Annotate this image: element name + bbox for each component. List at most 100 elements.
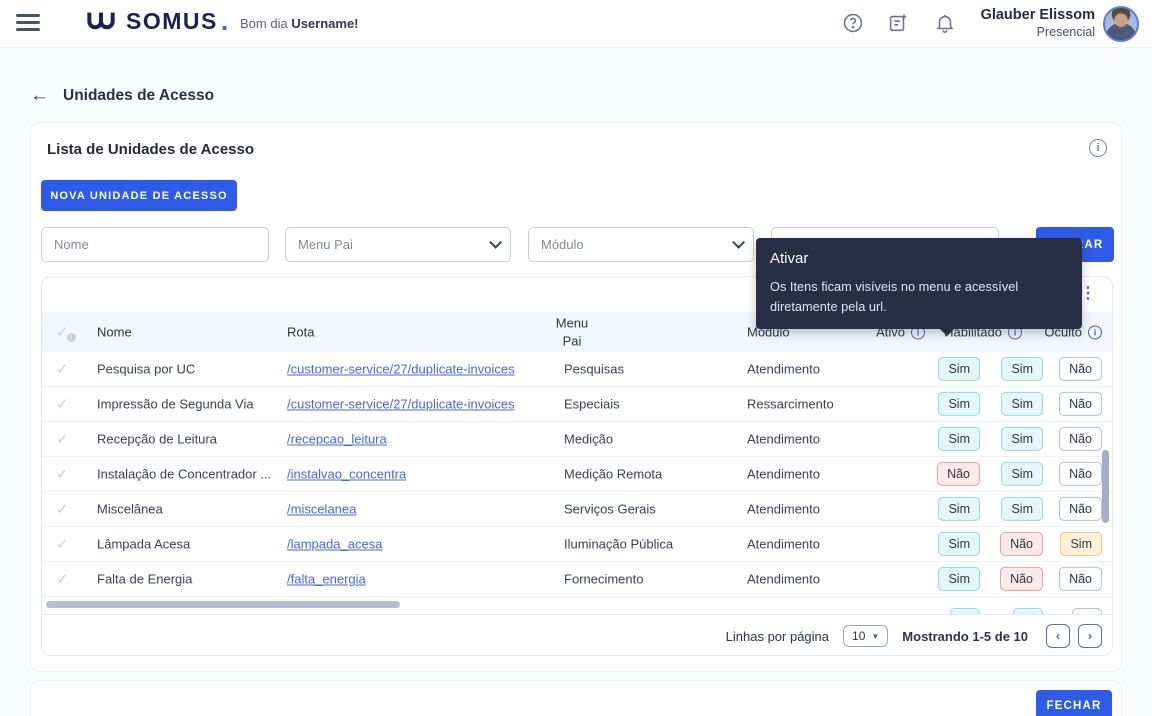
cell-modulo: Atendimento [747,501,820,517]
page-title: Unidades de Acesso [63,86,215,104]
cell-nome: Lâmpada Acesa [97,536,191,552]
cell-modulo: Atendimento [747,571,820,587]
logo-text: SOMUS [126,8,218,34]
chevron-right-icon: › [1087,627,1093,643]
tooltip-body: Os Itens ficam visíveis no menu e acessí… [770,279,1019,314]
footer-card: FECHAR [30,680,1122,716]
somus-logo: SOMUS . [85,5,229,36]
next-page-button[interactable]: › [1078,624,1102,648]
access-units-table: ⋮ ✓ i Nome Rota Menu Pai Módulo Ativo i H… [41,276,1113,656]
nome-filter-input[interactable] [42,228,268,261]
oculto-info-icon[interactable]: i [1088,325,1102,339]
cell-nome: Miscelânea [97,501,163,517]
cell-rota-link[interactable]: /falta_energia [287,572,366,587]
user-block[interactable]: Glauber Elissom Presencial [981,7,1095,39]
table-kebab-menu-icon[interactable]: ⋮ [1080,284,1096,303]
modulo-select[interactable]: Módulo [528,227,754,262]
cell-modulo: Atendimento [747,361,820,377]
cell-rota-link[interactable]: /miscelanea [287,502,356,517]
table-row: ✓ Recepção de Leitura /recepcao_leitura … [42,422,1112,457]
cell-modulo: Atendimento [747,536,820,552]
cell-rota-link[interactable]: /customer-service/27/duplicate-invoices [287,362,515,377]
ativo-badge: Sim [938,356,980,382]
cell-menu-pai: Medição [564,431,614,447]
cell-nome: Instalação de Concentrador ... [97,466,272,482]
habilitado-badge: Não [1000,531,1043,557]
oculto-badge: Não [1059,566,1102,592]
user-status: Presencial [1036,25,1095,39]
oculto-badge: Não [1059,461,1102,487]
column-header-check: ✓ i [56,323,76,342]
ativo-badge: Não [937,461,980,487]
row-check-icon: ✓ [56,466,69,483]
cell-menu-pai: Medição Remota [564,466,663,482]
oculto-badge: Sim [1060,531,1102,557]
cell-rota-link[interactable]: /lampada_acesa [287,537,382,552]
fechar-button[interactable]: FECHAR [1036,690,1112,716]
cell-nome: Falta de Energia [97,571,193,587]
oculto-badge: Não [1059,496,1102,522]
cell-menu-pai: Fornecimento [564,571,644,587]
cell-menu-pai: Pesquisas [564,361,624,377]
table-row: ✓ Lâmpada Acesa /lampada_acesa Iluminaçã… [42,527,1112,562]
cell-modulo: Atendimento [747,431,820,447]
card-title: Lista de Unidades de Acesso [47,141,255,158]
hamburger-menu-icon[interactable] [16,14,40,33]
table-row: ✓ Pesquisa por UC /customer-service/27/d… [42,352,1112,387]
cell-menu-pai: Iluminação Pública [564,536,674,552]
ativo-badge: Sim [938,531,980,557]
row-check-icon: ✓ [56,396,69,413]
cell-nome: Recepção de Leitura [97,431,217,447]
table-row: ✓ Instalação de Concentrador ... /instal… [42,457,1112,492]
avatar[interactable] [1103,6,1139,42]
cell-modulo: Ressarcimento [747,396,834,412]
logo-dot: . [220,5,229,36]
new-note-icon[interactable] [887,12,909,34]
rows-per-page-select[interactable]: 10 ▼ [843,625,889,647]
user-name: Glauber Elissom [980,7,1095,23]
row-check-icon: ✓ [56,571,69,588]
cell-rota-link[interactable]: /instalvao_concentra [287,467,406,482]
chevron-left-icon: ‹ [1055,627,1061,643]
notifications-bell-icon[interactable] [934,12,956,34]
previous-page-button[interactable]: ‹ [1046,624,1070,648]
check-info-icon: ✓ i [56,323,76,342]
chevron-down-icon [489,236,502,249]
back-arrow-icon[interactable]: ← [30,86,49,105]
chevron-down-icon [732,236,745,249]
habilitado-badge: Sim [1001,461,1043,487]
row-check-icon: ✓ [56,501,69,518]
cell-rota-link[interactable]: /recepcao_leitura [287,432,387,447]
cell-nome: Impressão de Segunda Via [97,396,254,412]
menu-pai-select[interactable]: Menu Pai [285,227,511,262]
vertical-scrollbar[interactable] [1102,450,1109,523]
habilitado-badge: Sim [1001,391,1043,417]
row-check-icon: ✓ [56,361,69,378]
nome-filter-field [41,227,269,262]
ativo-badge: Sim [938,391,980,417]
oculto-badge: Não [1059,391,1102,417]
ativo-badge: Sim [938,566,980,592]
help-icon[interactable] [842,12,864,34]
logo-mark-icon [87,12,115,29]
cell-rota-link[interactable]: /customer-service/27/duplicate-invoices [287,397,515,412]
habilitado-badge: Sim [1001,356,1043,382]
habilitado-badge: Não [1000,566,1043,592]
tooltip-title: Ativar [770,250,809,267]
app-header: SOMUS . Bom dia Username! Glauber Elisso… [0,0,1152,48]
column-header-menu-pai: Menu Pai [555,315,589,348]
pagination-bar: Linhas por página 10 ▼ Mostrando 1-5 de … [42,614,1112,655]
cell-menu-pai: Serviços Gerais [564,501,656,517]
horizontal-scrollbar[interactable] [46,601,400,608]
habilitado-badge: Sim [1001,496,1043,522]
ativo-badge: Sim [938,426,980,452]
column-header-nome: Nome [97,324,132,340]
caret-down-icon: ▼ [871,631,880,641]
table-row: ✓ Miscelânea /miscelanea Serviços Gerais… [42,492,1112,527]
ativo-badge: Sim [938,496,980,522]
row-check-icon: ✓ [56,431,69,448]
card-info-icon[interactable]: i [1089,139,1107,157]
new-access-unit-button[interactable]: NOVA UNIDADE DE ACESSO [41,180,237,211]
rows-per-page-label: Linhas por página [725,628,830,644]
table-row: ✓ Impressão de Segunda Via /customer-ser… [42,387,1112,422]
